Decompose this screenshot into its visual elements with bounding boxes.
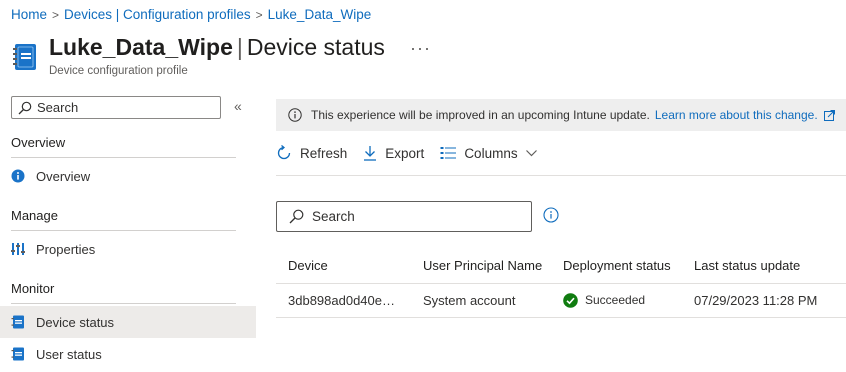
- info-icon: [11, 169, 25, 183]
- device-status-table: Device User Principal Name Deployment st…: [276, 249, 846, 318]
- section-divider: [11, 230, 236, 231]
- device-profile-icon: [12, 43, 38, 71]
- section-heading-monitor: Monitor: [11, 281, 55, 296]
- column-header-device[interactable]: Device: [276, 249, 423, 283]
- device-status-icon: [11, 315, 24, 329]
- properties-icon: [11, 243, 25, 255]
- info-tooltip-icon[interactable]: [543, 207, 559, 223]
- breadcrumb-profile[interactable]: Luke_Data_Wipe: [268, 7, 372, 22]
- more-options-button[interactable]: ···: [410, 38, 431, 59]
- user-status-icon: [11, 347, 24, 361]
- cell-last-update: 07/29/2023 11:28 PM: [694, 282, 846, 318]
- refresh-label: Refresh: [300, 145, 348, 161]
- column-header-deployment-status[interactable]: Deployment status: [563, 249, 694, 283]
- refresh-icon: [277, 145, 291, 160]
- info-banner: This experience will be improved in an u…: [276, 99, 846, 131]
- learn-more-link[interactable]: Learn more about this change.: [655, 108, 818, 122]
- device-search[interactable]: [276, 201, 532, 232]
- info-outline-icon: [288, 108, 302, 122]
- section-heading-overview: Overview: [11, 135, 66, 150]
- columns-icon: [440, 147, 457, 159]
- columns-button[interactable]: Columns: [440, 145, 537, 161]
- sidebar-item-label: Device status: [36, 314, 115, 330]
- column-header-upn[interactable]: User Principal Name: [423, 249, 563, 283]
- column-header-last-update[interactable]: Last status update: [694, 249, 846, 283]
- sidebar: « Overview Overview Manage Properties Mo…: [0, 95, 256, 372]
- sidebar-item-properties[interactable]: Properties: [0, 233, 256, 265]
- collapse-sidebar-button[interactable]: «: [234, 98, 242, 114]
- breadcrumb: Home > Devices | Configuration profiles > Lu…: [11, 7, 371, 22]
- success-check-icon: [563, 292, 578, 308]
- section-divider: [11, 303, 236, 304]
- sidebar-item-user-status[interactable]: User status: [0, 338, 256, 370]
- breadcrumb-configuration-profiles[interactable]: Devices | Configuration profiles: [64, 7, 251, 22]
- table-row[interactable]: 3db898ad0d40e… System account Succeeded …: [276, 282, 846, 318]
- sidebar-item-label: Properties: [36, 241, 96, 257]
- export-label: Export: [385, 145, 425, 161]
- download-icon: [364, 146, 377, 161]
- sidebar-item-label: User status: [36, 346, 102, 362]
- cell-deployment-status: Succeeded: [563, 282, 694, 318]
- banner-message: This experience will be improved in an u…: [311, 108, 650, 122]
- page-title: Luke_Data_Wipe | Device status: [49, 34, 385, 61]
- export-button[interactable]: Export: [363, 145, 424, 161]
- table-header-row: Device User Principal Name Deployment st…: [276, 249, 846, 283]
- breadcrumb-separator: >: [255, 8, 263, 22]
- breadcrumb-separator: >: [52, 8, 60, 22]
- page-title-name: Luke_Data_Wipe: [49, 34, 233, 60]
- sidebar-item-label: Overview: [36, 168, 91, 184]
- section-divider: [11, 157, 236, 158]
- search-icon: [289, 209, 304, 224]
- cell-device[interactable]: 3db898ad0d40e…: [276, 282, 423, 318]
- search-icon: [18, 101, 32, 114]
- sidebar-search[interactable]: [11, 96, 221, 119]
- status-label: Succeeded: [585, 293, 646, 307]
- chevron-down-icon: [525, 149, 537, 156]
- cell-upn: System account: [423, 282, 563, 318]
- page-header: Luke_Data_Wipe | Device status ··· Device …: [12, 34, 532, 80]
- external-link-icon[interactable]: [823, 109, 835, 121]
- sidebar-item-overview[interactable]: Overview: [0, 160, 256, 192]
- toolbar: Refresh Export Columns: [276, 140, 553, 166]
- page-title-separator: |: [236, 34, 243, 60]
- sidebar-item-device-status[interactable]: Device status: [0, 306, 256, 338]
- refresh-button[interactable]: Refresh: [276, 145, 347, 161]
- toolbar-divider: [276, 175, 846, 176]
- page-subtitle: Device configuration profile: [49, 65, 188, 77]
- columns-label: Columns: [464, 145, 518, 161]
- page-title-section: Device status: [246, 34, 385, 60]
- section-heading-manage: Manage: [11, 208, 58, 223]
- sidebar-search-input[interactable]: [37, 100, 207, 115]
- device-search-input[interactable]: [312, 209, 512, 224]
- breadcrumb-home[interactable]: Home: [11, 7, 47, 22]
